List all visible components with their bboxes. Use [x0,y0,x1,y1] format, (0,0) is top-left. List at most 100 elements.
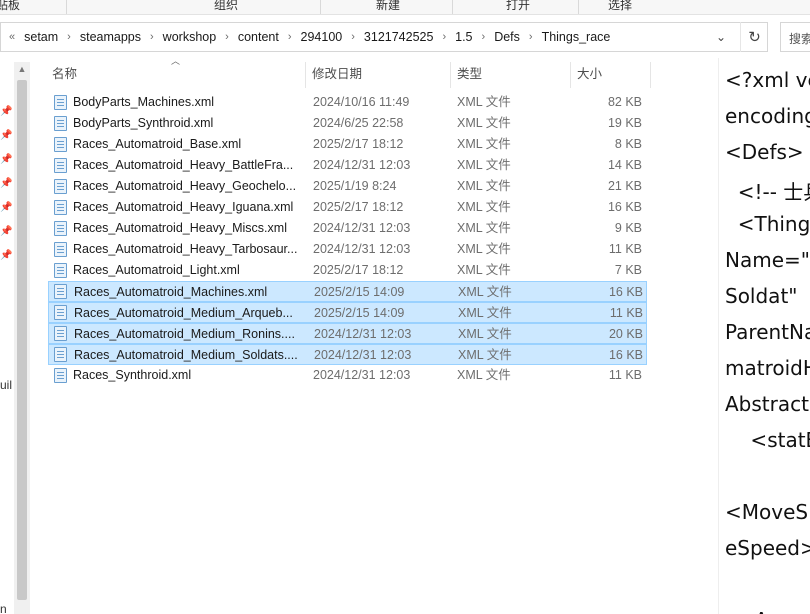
file-name: Races_Automatroid_Heavy_Miscs.xml [73,221,287,235]
chevron-right-icon[interactable]: › [482,31,486,43]
column-header-name[interactable]: 名称 [46,62,306,88]
nav-item-fragment[interactable]: uil [0,378,12,392]
xml-file-icon [54,179,67,194]
breadcrumb-item[interactable]: steamapps [80,30,141,44]
file-date: 2024/10/16 11:49 [313,95,410,109]
file-date: 2024/12/31 12:03 [313,368,411,382]
chevron-right-icon[interactable]: › [442,31,446,43]
chevron-right-icon[interactable]: › [225,31,229,43]
file-size: 82 KB [607,95,642,109]
xml-file-icon [54,137,67,152]
pin-icon: 📌 [0,106,13,117]
file-row[interactable]: Races_Automatroid_Medium_Soldats.... 2024… [48,344,647,365]
ribbon-separator [578,0,579,14]
chevron-right-icon[interactable]: › [150,31,154,43]
file-row[interactable]: BodyParts_Machines.xml 2024/10/16 11:49 XM… [48,92,647,113]
refresh-button[interactable]: ↻ [740,22,768,52]
ribbon-group-new: 新建 [376,0,401,12]
xml-file-icon [54,368,67,383]
preview-text-line: Soldat" [725,284,798,308]
search-input[interactable]: 搜索 [780,22,810,52]
file-size: 16 KB [608,285,643,299]
pin-icon: 📌 [0,178,13,189]
file-size: 11 KB [608,368,642,382]
file-date: 2024/12/31 12:03 [313,242,411,256]
file-type: XML 文件 [457,242,511,256]
breadcrumb-item[interactable]: setam [24,30,58,44]
address-bar[interactable]: « setam › steamapps › workshop › content… [0,22,768,52]
column-header-type[interactable]: 类型 [451,62,571,88]
breadcrumb-item[interactable]: Defs [494,30,520,44]
file-size: 11 KB [608,242,642,256]
ribbon-group-select: 选择 [608,0,633,12]
xml-file-icon [54,284,67,299]
file-row[interactable]: BodyParts_Synthroid.xml 2024/6/25 22:58 XM… [48,113,647,134]
breadcrumb-item[interactable]: 294100 [301,30,343,44]
breadcrumb-overflow-button[interactable]: « [9,31,15,43]
scrollbar-thumb[interactable] [17,80,27,600]
file-date: 2025/2/17 18:12 [313,200,404,214]
pin-icon: 📌 [0,202,13,213]
file-row[interactable]: Races_Automatroid_Light.xml 2025/2/17 18:… [48,260,647,281]
file-row[interactable]: Races_Automatroid_Heavy_Geochelo... 2025/… [48,176,647,197]
preview-text-line: <MoveS [725,500,809,524]
file-name: Races_Automatroid_Light.xml [73,263,240,277]
file-date: 2025/2/15 14:09 [314,285,405,299]
breadcrumb-item[interactable]: workshop [163,30,217,44]
breadcrumb-item-current[interactable]: Things_race [542,30,611,44]
file-row[interactable]: Races_Automatroid_Medium_Arqueb... 2025/2… [48,302,647,323]
column-header-size[interactable]: 大小 [571,62,651,88]
chevron-down-icon[interactable]: ⌄ [713,29,729,45]
file-row[interactable]: Races_Synthroid.xml 2024/12/31 12:03 XML 文… [48,365,647,386]
file-row[interactable]: Races_Automatroid_Base.xml 2025/2/17 18:1… [48,134,647,155]
file-size: 19 KB [607,116,642,130]
breadcrumb-item[interactable]: 1.5 [455,30,472,44]
preview-text-line: <!-- 士兵 [737,180,810,204]
nav-item-fragment[interactable]: n [0,602,7,614]
file-type: XML 文件 [457,158,511,172]
file-row[interactable]: Races_Automatroid_Heavy_BattleFra... 2024… [48,155,647,176]
file-name: Races_Automatroid_Heavy_BattleFra... [73,158,294,172]
search-placeholder: 搜索 [789,32,810,46]
scroll-up-arrow-icon[interactable]: ▲ [14,64,30,74]
file-name: Races_Automatroid_Heavy_Tarbosaur... [73,242,298,256]
file-row[interactable]: Races_Automatroid_Heavy_Tarbosaur... 2024… [48,239,647,260]
breadcrumb-item[interactable]: content [238,30,279,44]
chevron-right-icon[interactable]: › [351,31,355,43]
file-date: 2025/1/19 8:24 [313,179,397,193]
file-size: 16 KB [608,348,643,362]
chevron-right-icon[interactable]: › [288,31,292,43]
pin-icon: 📌 [0,130,13,141]
file-row[interactable]: Races_Automatroid_Medium_Ronins.... 2024/… [48,323,647,344]
breadcrumb-item[interactable]: 3121742525 [364,30,434,44]
file-date: 2025/2/17 18:12 [313,263,404,277]
file-name: Races_Automatroid_Medium_Soldats.... [74,348,298,362]
ribbon-separator [66,0,67,14]
file-size: 16 KB [607,200,642,214]
preview-text-line: encoding [725,104,810,128]
column-header-date[interactable]: 修改日期 [306,62,451,88]
chevron-right-icon[interactable]: › [67,31,71,43]
ribbon-group-organize: 组织 [214,0,239,12]
ribbon-group-clipboard: 贴板 [0,0,21,12]
file-type: XML 文件 [457,179,511,193]
file-row[interactable]: Races_Automatroid_Heavy_Miscs.xml 2024/12… [48,218,647,239]
file-type: XML 文件 [457,137,511,151]
file-name: BodyParts_Synthroid.xml [73,116,214,130]
ribbon-group-labels: 贴板 组织 新建 打开 选择 [0,0,810,15]
file-row[interactable]: Races_Automatroid_Heavy_Iguana.xml 2025/2… [48,197,647,218]
file-type: XML 文件 [458,348,512,362]
file-name: Races_Automatroid_Heavy_Geochelo... [73,179,297,193]
file-row[interactable]: Races_Automatroid_Machines.xml 2025/2/15 … [48,281,647,302]
preview-text-line: <statB [725,428,810,452]
xml-file-icon [54,347,67,362]
pin-icon: 📌 [0,154,13,165]
file-type: XML 文件 [458,306,512,320]
file-date: 2024/12/31 12:03 [313,158,411,172]
file-date: 2024/12/31 12:03 [314,348,412,362]
file-size: 9 KB [614,221,642,235]
file-size: 7 KB [614,263,642,277]
chevron-right-icon[interactable]: › [529,31,533,43]
navigation-scrollbar[interactable]: ▲ [14,62,30,614]
file-type: XML 文件 [457,221,511,235]
